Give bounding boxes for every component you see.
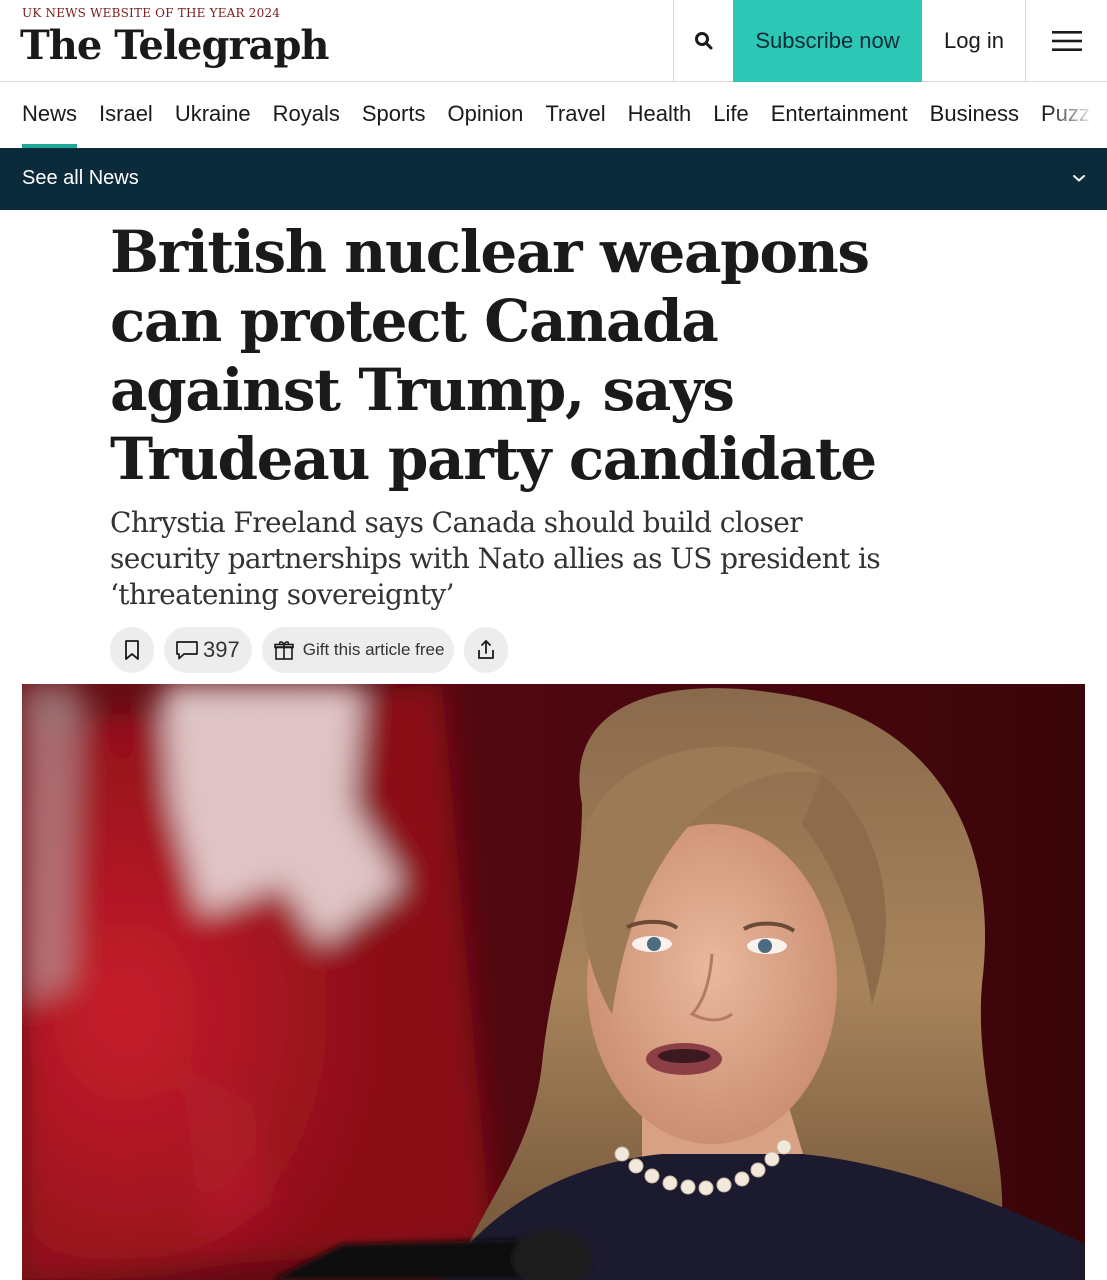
comment-icon <box>176 641 198 660</box>
share-icon <box>478 640 495 659</box>
hamburger-menu-icon <box>1051 31 1082 51</box>
see-all-news-bar[interactable]: See all News <box>0 148 1107 210</box>
nav-item-israel[interactable]: Israel <box>99 83 153 148</box>
gift-article-button[interactable]: Gift this article free <box>261 627 455 673</box>
nav-item-opinion[interactable]: Opinion <box>447 83 523 148</box>
article-headline: British nuclear weapons can protect Cana… <box>110 218 877 493</box>
article-hero-image <box>22 684 1085 1280</box>
nav-item-travel[interactable]: Travel <box>545 83 605 148</box>
subscribe-button[interactable]: Subscribe now <box>733 0 922 82</box>
award-tagline: UK NEWS WEBSITE OF THE YEAR 2024 <box>22 6 281 20</box>
nav-item-sports[interactable]: Sports <box>362 83 426 148</box>
search-button[interactable] <box>673 0 733 82</box>
login-button[interactable]: Log in <box>922 0 1026 82</box>
comments-button[interactable]: 397 <box>164 627 252 673</box>
telegraph-logo[interactable]: The Telegraph <box>20 22 330 70</box>
nav-item-royals[interactable]: Royals <box>273 83 340 148</box>
chevron-down-icon <box>1073 175 1085 182</box>
article-standfirst: Chrystia Freeland says Canada should bui… <box>110 506 881 611</box>
gift-icon <box>273 641 294 660</box>
menu-button[interactable] <box>1025 0 1107 82</box>
nav-item-business[interactable]: Business <box>930 83 1019 148</box>
nav-fade <box>1047 83 1107 148</box>
section-nav-list: News Israel Ukraine Royals Sports Opinion Trav… <box>22 83 1107 148</box>
nav-item-health[interactable]: Health <box>628 83 692 148</box>
hero-photo <box>22 684 1085 1280</box>
section-nav: News Israel Ukraine Royals Sports Opinion Trav… <box>0 83 1107 148</box>
bookmark-button[interactable] <box>110 627 154 673</box>
nav-item-news[interactable]: News <box>22 83 78 148</box>
nav-item-life[interactable]: Life <box>713 83 748 148</box>
gift-label: Gift this article free <box>302 640 445 659</box>
masthead: UK NEWS WEBSITE OF THE YEAR 2024 The Tel… <box>0 0 1107 82</box>
comment-count: 397 <box>203 637 240 662</box>
nav-item-ukraine[interactable]: Ukraine <box>175 83 251 148</box>
article-actions: 397 Gift this article free <box>110 627 518 673</box>
share-button[interactable] <box>464 627 509 673</box>
bookmark-icon <box>125 640 139 660</box>
search-icon <box>694 32 712 50</box>
nav-item-entertainment[interactable]: Entertainment <box>771 83 908 148</box>
see-all-label: See all News <box>22 167 139 189</box>
